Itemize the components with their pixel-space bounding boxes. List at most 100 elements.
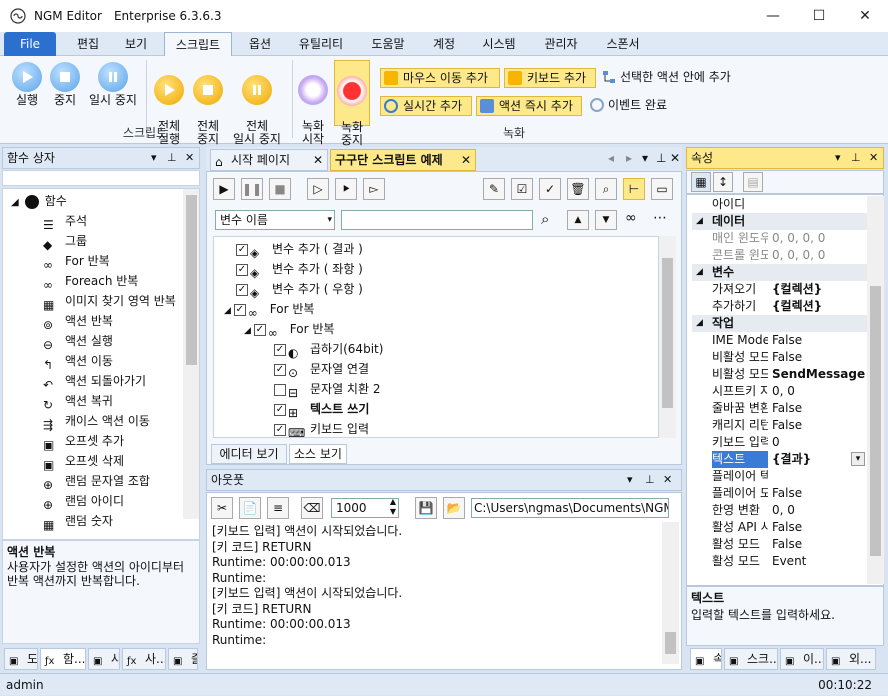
row-checkbox[interactable]: ✓ — [236, 263, 248, 276]
property-value[interactable]: 0, 0, 0, 0 — [772, 247, 867, 264]
property-row[interactable]: 활성 모드 Event — [692, 553, 867, 570]
list-icon[interactable]: ≡ — [267, 497, 289, 519]
function-item[interactable]: ◆ 그룹 — [43, 231, 87, 252]
script-row[interactable]: ✓ ◐ 곱하기(64bit) — [274, 339, 383, 360]
infinity-icon[interactable]: ∞ — [625, 210, 637, 226]
tab-close-icon[interactable]: ✕ — [313, 150, 323, 170]
pin-icon[interactable]: ⊥ — [851, 148, 861, 168]
property-value[interactable]: False — [772, 485, 867, 502]
tab-source-view[interactable]: 소스 보기 — [289, 444, 347, 464]
function-item[interactable]: ∞ For 반복 — [43, 251, 110, 272]
search-icon[interactable]: ⌕ — [595, 178, 617, 200]
property-row[interactable]: 추가하기 {컬렉션} — [692, 298, 867, 315]
maximize-button[interactable]: ☐ — [796, 0, 842, 32]
row-checkbox[interactable]: ✓ — [274, 343, 286, 356]
property-value[interactable]: False — [772, 417, 867, 434]
close-icon[interactable]: ✕ — [663, 470, 672, 490]
properties-tab[interactable]: ▣ 외... — [826, 648, 876, 670]
row-checkbox[interactable]: ✓ — [274, 403, 286, 416]
left-panel-tab[interactable]: ▣ 사... — [88, 648, 120, 670]
dropdown-icon[interactable]: ▾ — [151, 148, 157, 168]
collapse-icon[interactable]: ◢ — [11, 197, 19, 208]
row-checkbox[interactable] — [274, 383, 286, 396]
scroll-thumb[interactable] — [665, 632, 676, 654]
log-path-input[interactable]: C:\Users\ngmas\Documents\NGM6\ — [471, 498, 669, 518]
check-icon[interactable]: ✓ — [539, 178, 561, 200]
tree-root[interactable]: ◢ 함수 — [11, 191, 67, 211]
pin-icon[interactable]: ⊥ — [645, 470, 655, 490]
variable-search-input[interactable] — [341, 210, 533, 230]
clean-icon[interactable]: ✂ — [211, 497, 233, 519]
function-search-input[interactable] — [2, 170, 200, 186]
folder-icon[interactable]: 📂 — [443, 497, 465, 519]
menu-sponsor[interactable]: 스폰서 — [598, 32, 648, 56]
function-item[interactable]: ⊕ 랜덤 문자열 조합 — [43, 471, 150, 492]
tab-start-page[interactable]: ⌂ 시작 페이지 ✕ — [210, 149, 328, 171]
property-value[interactable]: False — [772, 332, 867, 349]
property-value[interactable]: 0, 0 — [772, 502, 867, 519]
tab-next-icon[interactable]: ▸ — [626, 151, 632, 165]
tab-script[interactable]: 구구단 스크립트 예제 ✕ — [330, 149, 476, 171]
property-category[interactable]: 데이터 ◢ — [692, 213, 867, 230]
scroll-thumb[interactable] — [662, 258, 673, 408]
property-value[interactable]: SendMessage — [772, 366, 867, 383]
left-panel-tab[interactable]: ƒx 사... — [122, 648, 166, 670]
property-row[interactable]: 플레이어 텍스트 — [692, 468, 867, 485]
collapse-icon[interactable]: ◢ — [244, 326, 254, 336]
property-row[interactable]: 활성 모드 False — [692, 536, 867, 553]
monitor-icon[interactable]: ▭ — [651, 178, 673, 200]
step-into-icon[interactable]: ⯈ — [335, 178, 357, 200]
property-category[interactable]: 변수 ◢ — [692, 264, 867, 281]
function-item[interactable]: ▣ 오프셋 삭제 — [43, 451, 124, 472]
function-item[interactable]: ⊚ 액션 반복 — [43, 311, 113, 332]
event-done-button[interactable]: 이벤트 완료 — [588, 96, 680, 116]
function-item[interactable]: ⇶ 캐이스 액션 이동 — [43, 411, 150, 432]
property-row[interactable]: 키보드 입력 0 — [692, 434, 867, 451]
menu-utility[interactable]: 유틸리티 — [288, 32, 354, 56]
add-action-now-button[interactable]: 액션 즉시 추가 — [476, 96, 582, 116]
property-value[interactable]: Event — [772, 553, 867, 570]
step-over-icon[interactable]: ▻ — [363, 178, 385, 200]
script-row[interactable]: ✓ ⌨ 키보드 입력 — [274, 419, 369, 437]
file-icon[interactable]: 📄 — [239, 497, 261, 519]
scroll-thumb[interactable] — [186, 195, 197, 365]
property-pages-icon[interactable]: ▤ — [743, 172, 763, 192]
property-row[interactable]: 비활성 모드 SendMessage — [692, 366, 867, 383]
stop-button[interactable]: 중지 — [48, 62, 82, 107]
collapse-icon[interactable]: ◢ — [696, 315, 703, 332]
properties-tab[interactable]: ▣ 스크... — [724, 648, 778, 670]
menu-file[interactable]: File — [4, 32, 56, 56]
property-row[interactable]: IME Mode False — [692, 332, 867, 349]
function-item[interactable]: ▣ 오프셋 추가 — [43, 431, 124, 452]
properties-tab[interactable]: ▣ 속... — [690, 648, 722, 670]
property-value[interactable]: 0, 0, 0, 0 — [772, 230, 867, 247]
script-row[interactable]: ✓ ◈ 변수 추가 ( 우항 ) — [236, 279, 363, 300]
down-icon[interactable]: ▼ — [595, 210, 617, 230]
property-value[interactable]: False — [772, 519, 867, 536]
row-checkbox[interactable]: ✓ — [274, 363, 286, 376]
property-value[interactable]: False — [772, 400, 867, 417]
close-icon[interactable]: ✕ — [869, 148, 878, 168]
minimize-button[interactable]: — — [750, 0, 796, 32]
function-item[interactable]: ▦ 이미지 찾기 영역 반복 — [43, 291, 176, 312]
stop-icon[interactable]: ■ — [269, 178, 291, 200]
save-icon[interactable]: 💾 — [415, 497, 437, 519]
add-in-selected-button[interactable]: 선택한 액션 안에 추가 — [600, 68, 748, 88]
menu-help[interactable]: 도움말 — [362, 32, 414, 56]
script-row[interactable]: ✓ ◈ 변수 추가 ( 결과 ) — [236, 239, 363, 260]
pin-icon[interactable]: ⊥ — [167, 148, 177, 168]
script-row[interactable]: ◢ ✓ ∞ For 반복 — [244, 319, 334, 340]
menu-account[interactable]: 계정 — [424, 32, 464, 56]
categorized-icon[interactable]: ▦ — [691, 172, 711, 192]
dropdown-icon[interactable]: ▾ — [835, 148, 841, 168]
edit-icon[interactable]: ✎ — [483, 178, 505, 200]
collapse-icon[interactable]: ◢ — [224, 306, 234, 316]
function-item[interactable]: ▦ 랜덤 숫자 — [43, 511, 113, 532]
scroll-thumb[interactable] — [870, 286, 881, 556]
close-button[interactable]: ✕ — [842, 0, 888, 32]
eraser-icon[interactable]: ⌫ — [301, 497, 323, 519]
function-item[interactable]: ⊖ 액션 실행 — [43, 331, 113, 352]
property-row[interactable]: 캐리지 리턴 False — [692, 417, 867, 434]
collapse-icon[interactable]: ◢ — [696, 264, 703, 281]
property-category[interactable]: 작업 ◢ — [692, 315, 867, 332]
